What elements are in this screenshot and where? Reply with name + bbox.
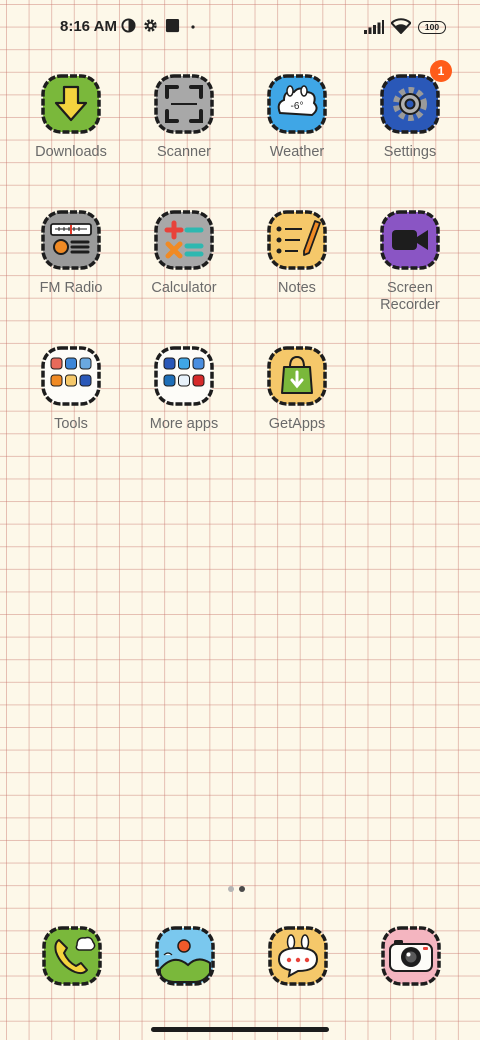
app-label: Settings [383, 144, 437, 160]
app-label: Tools [54, 416, 88, 432]
app-label: More apps [149, 416, 219, 432]
page-dot[interactable] [228, 886, 234, 892]
app-scanner[interactable]: Scanner [129, 73, 239, 161]
app-weather[interactable]: -6° Weather [242, 73, 352, 161]
app-label: Notes [278, 280, 316, 296]
app-label: Weather [269, 144, 325, 160]
radio-icon [41, 210, 101, 270]
dock-phone[interactable] [41, 925, 103, 987]
gallery-icon [155, 926, 215, 986]
app-notes[interactable]: Notes [242, 209, 352, 297]
app-calculator[interactable]: Calculator [129, 209, 239, 297]
app-getapps[interactable]: GetApps [242, 345, 352, 433]
vpn-icon [121, 18, 136, 33]
phone-icon [42, 926, 102, 986]
app-downloads[interactable]: Downloads [16, 73, 126, 161]
app-label: FM Radio [39, 280, 103, 296]
status-time: 8:16 AM [60, 18, 117, 35]
app-screen-recorder[interactable]: Screen Recorder [355, 209, 465, 314]
settings-icon [380, 74, 440, 134]
app-label: GetApps [268, 416, 326, 432]
page-indicator [228, 879, 250, 897]
downloads-icon [41, 74, 101, 134]
signal-icon [364, 20, 384, 34]
weather-temp: -6° [291, 101, 304, 112]
messaging-icon [268, 926, 328, 986]
stop-icon [165, 18, 180, 33]
folder-tools[interactable]: Tools [16, 345, 126, 433]
app-label: Scanner [156, 144, 211, 160]
dock-camera[interactable] [380, 925, 442, 987]
notes-icon [267, 210, 327, 270]
screen-recorder-icon [380, 210, 440, 270]
scanner-icon [154, 74, 214, 134]
battery-icon: 100 [418, 21, 446, 34]
app-label: Downloads [35, 144, 107, 160]
folder-more-apps[interactable]: More apps [129, 345, 239, 433]
app-label: Calculator [151, 280, 217, 296]
app-fm-radio[interactable]: FM Radio [16, 209, 126, 297]
page-dot-active[interactable] [239, 886, 245, 892]
gear-icon [144, 19, 157, 32]
dock-gallery[interactable] [154, 925, 216, 987]
app-label: Screen Recorder [380, 280, 440, 313]
wifi-icon [391, 18, 411, 34]
notification-badge: 1 [430, 60, 452, 82]
dot-icon [191, 25, 195, 29]
app-settings[interactable]: Settings [355, 73, 465, 161]
calculator-icon [154, 210, 214, 270]
status-bar: 8:16 AM 100 [0, 0, 480, 56]
tools-folder-icon [41, 346, 101, 406]
more-apps-folder-icon [154, 346, 214, 406]
getapps-icon [267, 346, 327, 406]
weather-icon: -6° [267, 74, 327, 134]
camera-icon [381, 926, 441, 986]
home-indicator[interactable] [151, 1027, 329, 1032]
dock-messaging[interactable] [267, 925, 329, 987]
